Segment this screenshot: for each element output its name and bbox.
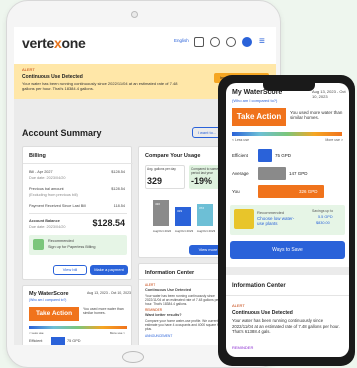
average-bar [258, 167, 286, 180]
phone-screen: My WaterScore Aug 13, 2023 - Oct 10, 202… [226, 83, 349, 357]
balance-value: $128.54 [92, 218, 125, 228]
balance-label: Account Balance [29, 219, 60, 223]
take-action-badge: Take Action [29, 307, 79, 321]
messages-icon[interactable] [194, 37, 204, 47]
view-bill-button[interactable]: View bill [53, 265, 87, 275]
ways-to-save-button[interactable]: Ways to Save [230, 241, 345, 259]
phone-compared-link[interactable]: (Who am I compared to?) [232, 98, 277, 103]
efficient-bar [258, 149, 272, 162]
make-payment-button[interactable]: Make a payment [90, 265, 128, 275]
waterscore-card-tablet: My WaterScore Aug 13, 2023 - Oct 10, 202… [22, 285, 132, 345]
phone-take-action-badge: Take Action [232, 108, 286, 126]
alert-title: Continuous Use Detected [22, 74, 83, 80]
alert-tag: ALERT [22, 67, 35, 72]
compare-title: Compare Your Usage [145, 153, 201, 159]
avg-gallons-value: 329 [147, 176, 163, 186]
compared-link[interactable]: (Who am I compared to?) [29, 298, 66, 302]
help-icon[interactable] [210, 37, 220, 47]
brand-logo[interactable]: vertexone [22, 35, 86, 51]
avatar-icon[interactable] [242, 37, 252, 47]
compare-percent: -19% [191, 176, 213, 186]
menu-icon[interactable]: ≡ [259, 36, 265, 47]
leaf-icon [33, 239, 44, 250]
account-summary-title: Account Summary [22, 128, 102, 138]
tablet-camera [131, 11, 138, 18]
info-center-tablet: Information Center ALERT Continuous Use … [138, 263, 229, 345]
notification-icon[interactable] [226, 37, 236, 47]
billing-title: Billing [29, 153, 46, 159]
language-select[interactable]: English [174, 38, 189, 43]
phone-notch [263, 80, 315, 91]
compare-usage-card: Compare Your Usage Avg. gallons per day … [138, 146, 228, 258]
tablet-home-button[interactable] [122, 351, 144, 363]
flower-icon [234, 209, 254, 229]
billing-card: Billing Bill - Apr 2027 $128.54 Due date… [22, 146, 133, 280]
alert-desc: Your water has been running continuously… [22, 81, 178, 91]
